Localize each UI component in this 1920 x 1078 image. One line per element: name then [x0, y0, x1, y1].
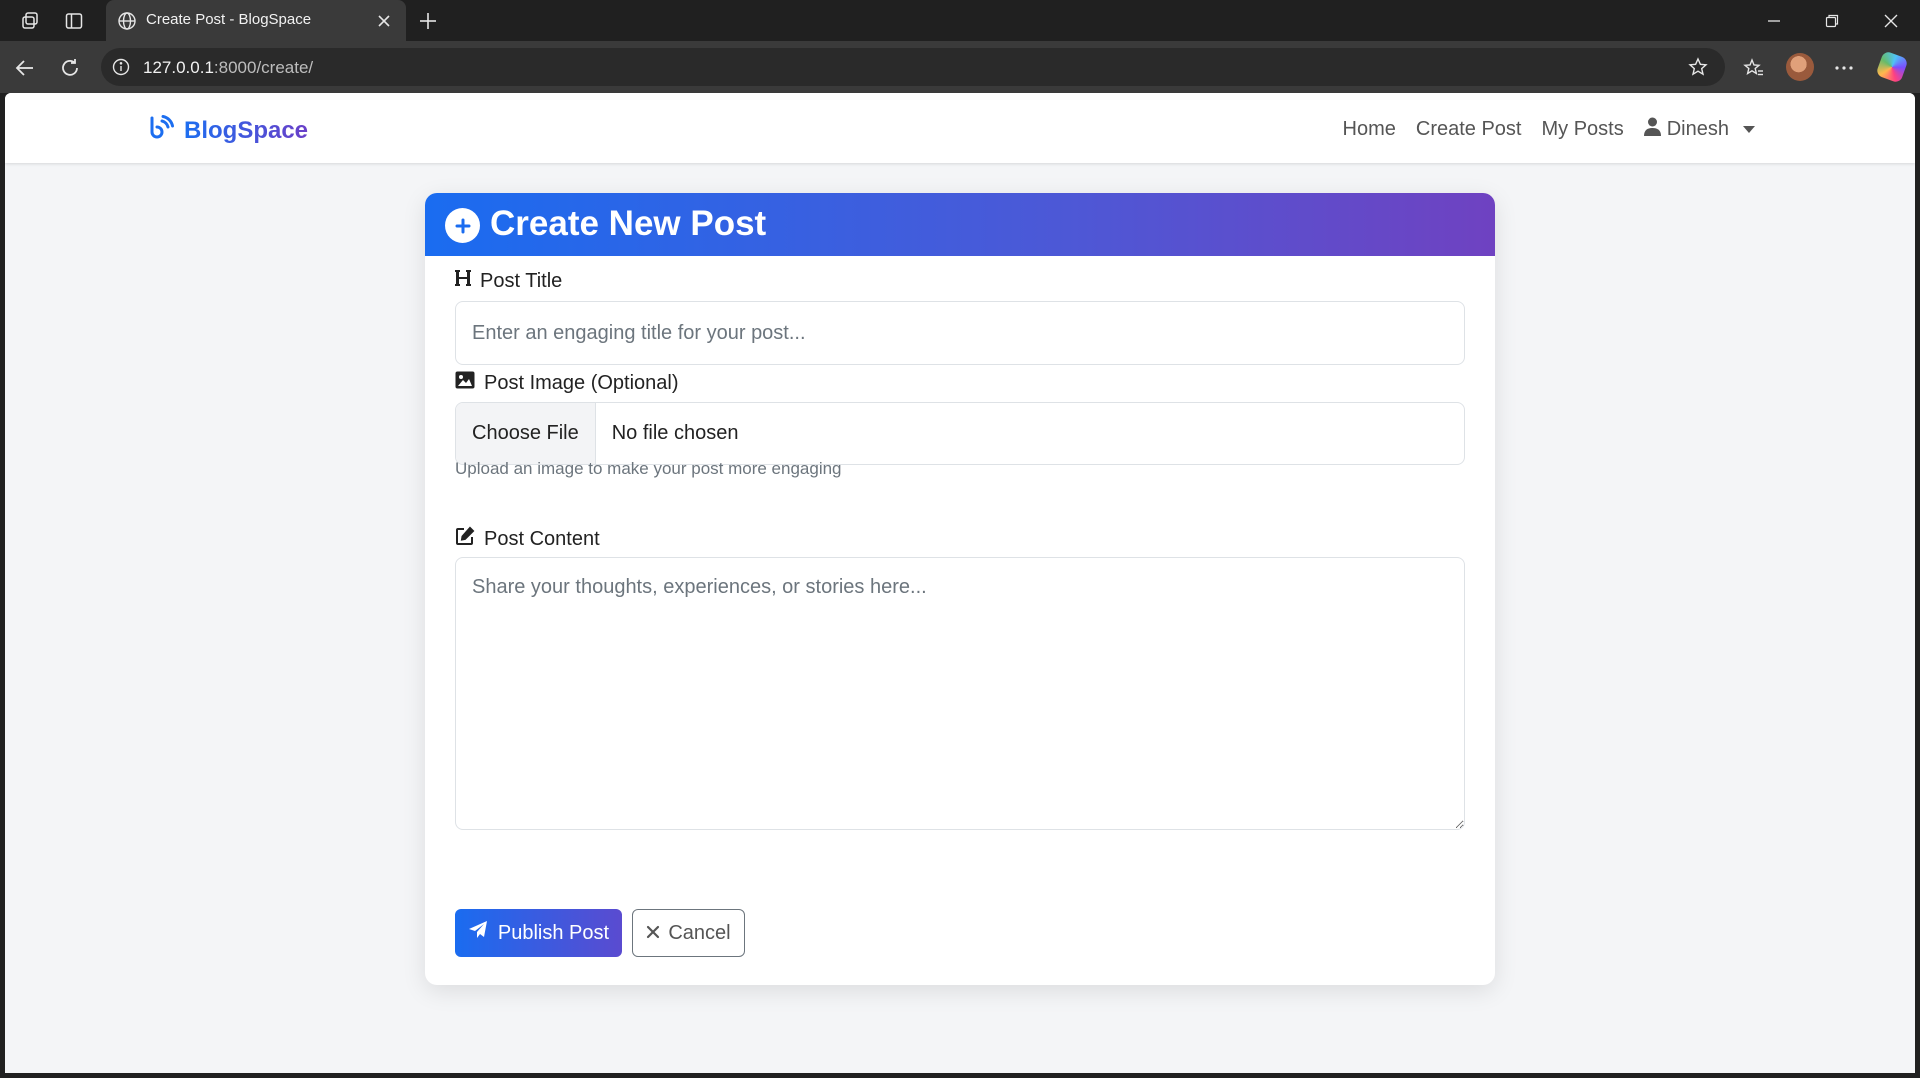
page-viewport: BlogSpace Home Create Post My Posts Dine…	[5, 93, 1915, 1073]
post-title-label-text: Post Title	[480, 269, 563, 292]
user-name: Dinesh	[1666, 118, 1729, 140]
globe-icon	[116, 10, 138, 32]
url-path: :8000/create/	[213, 58, 314, 77]
new-tab-icon[interactable]	[416, 9, 440, 33]
post-content-label: Post Content	[455, 526, 600, 552]
blog-icon	[148, 115, 174, 146]
paper-plane-icon	[468, 920, 488, 946]
site-info-icon[interactable]	[111, 57, 131, 77]
vertical-tabs-icon[interactable]	[62, 9, 86, 33]
user-dropdown[interactable]: Dinesh	[1643, 117, 1755, 142]
user-icon	[1643, 117, 1661, 142]
post-image-label: Post Image (Optional)	[455, 371, 679, 395]
nav-links: Home Create Post My Posts Dinesh	[1343, 117, 1755, 142]
minimize-icon[interactable]	[1762, 9, 1786, 33]
more-options-icon[interactable]	[1831, 55, 1857, 81]
post-title-input[interactable]	[455, 301, 1465, 365]
page-title: Create New Post	[490, 204, 767, 243]
cancel-label: Cancel	[668, 921, 731, 944]
browser-toolbar: 127.0.0.1:8000/create/	[0, 41, 1920, 93]
edit-icon	[455, 526, 475, 552]
close-tab-icon[interactable]	[374, 11, 394, 31]
brand-link[interactable]: BlogSpace	[148, 115, 308, 146]
post-content-label-text: Post Content	[484, 527, 600, 550]
plus-circle-icon	[445, 208, 480, 243]
nav-link-home[interactable]: Home	[1343, 118, 1396, 141]
image-icon	[455, 371, 475, 395]
brand-name: BlogSpace	[184, 116, 309, 144]
heading-icon	[455, 269, 471, 293]
copilot-icon[interactable]	[1875, 50, 1909, 84]
publish-post-label: Publish Post	[497, 921, 610, 944]
back-icon[interactable]	[12, 55, 38, 81]
post-title-label: Post Title	[455, 269, 562, 293]
site-navbar: BlogSpace Home Create Post My Posts Dine…	[5, 93, 1915, 163]
favorite-star-icon[interactable]	[1687, 56, 1709, 78]
nav-link-my-posts[interactable]: My Posts	[1541, 118, 1623, 141]
favorites-icon[interactable]	[1741, 55, 1767, 81]
url-text: 127.0.0.1:8000/create/	[143, 58, 313, 78]
close-window-icon[interactable]	[1879, 9, 1903, 33]
active-tab[interactable]: Create Post - BlogSpace	[106, 0, 406, 41]
chevron-down-icon	[1743, 126, 1755, 133]
tab-title: Create Post - BlogSpace	[146, 11, 312, 28]
nav-link-create-post[interactable]: Create Post	[1416, 118, 1522, 141]
restore-icon[interactable]	[1820, 9, 1844, 33]
profile-avatar[interactable]	[1786, 53, 1814, 81]
url-host: 127.0.0.1	[143, 58, 214, 77]
reload-icon[interactable]	[57, 55, 83, 81]
publish-post-button[interactable]: Publish Post	[455, 909, 622, 957]
post-image-label-text: Post Image (Optional)	[484, 371, 679, 394]
workspaces-icon[interactable]	[18, 9, 42, 33]
card-header: Create New Post	[425, 193, 1495, 256]
address-bar[interactable]: 127.0.0.1:8000/create/	[101, 48, 1725, 86]
choose-file-button[interactable]: Choose File	[456, 403, 596, 464]
browser-tab-bar: Create Post - BlogSpace	[0, 0, 1920, 41]
file-status: No file chosen	[611, 422, 739, 444]
x-icon	[646, 922, 660, 945]
create-post-card: Create New Post Post Title Post Image (O…	[425, 193, 1495, 985]
post-content-textarea[interactable]	[455, 557, 1465, 830]
cancel-button[interactable]: Cancel	[632, 909, 745, 957]
image-help-text: Upload an image to make your post more e…	[455, 459, 842, 478]
post-image-file-input[interactable]: Choose File No file chosen	[455, 402, 1465, 465]
